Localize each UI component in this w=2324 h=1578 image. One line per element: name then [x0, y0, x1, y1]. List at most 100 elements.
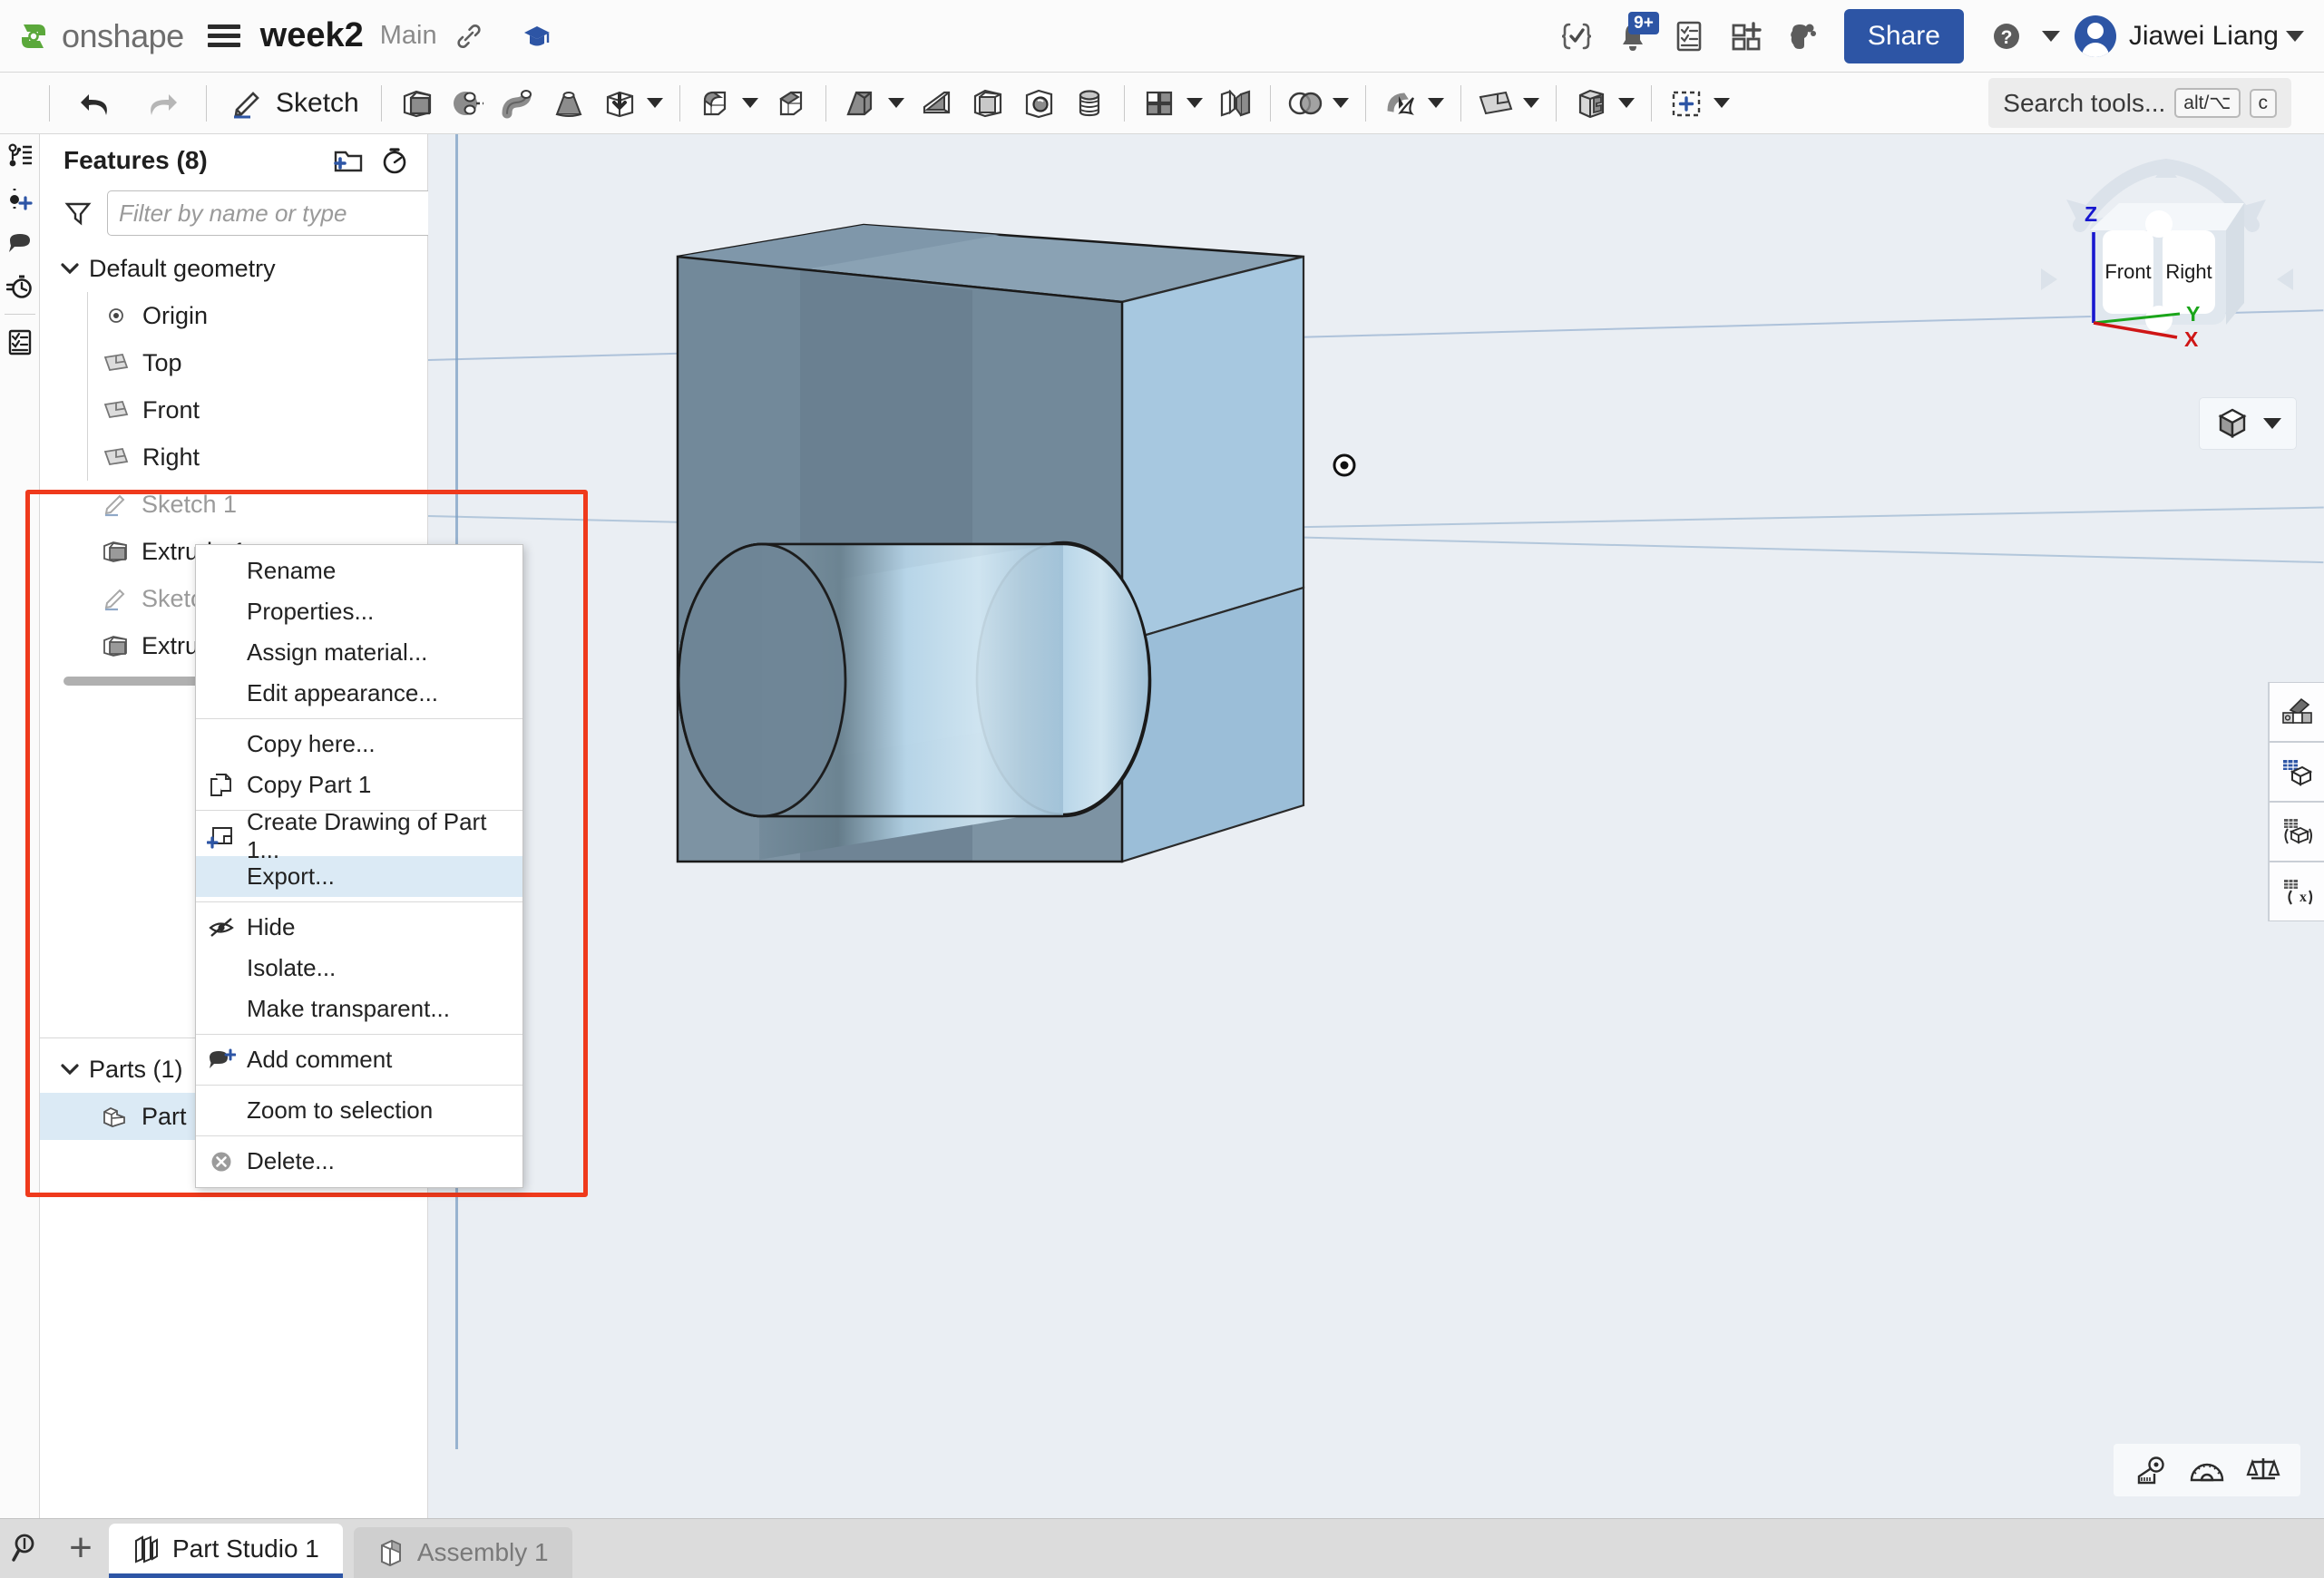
pattern-tool[interactable] [1134, 78, 1185, 129]
context-menu-item-add-comment[interactable]: Add comment [196, 1039, 522, 1080]
draft-tool[interactable] [835, 78, 886, 129]
3d-viewport[interactable]: Front Right Z Y X x [428, 134, 2324, 1518]
link-icon[interactable] [454, 21, 484, 52]
context-menu-item-rename[interactable]: Rename [196, 550, 522, 591]
share-button[interactable]: Share [1843, 8, 1964, 63]
context-menu-item-zoom-to-selection[interactable]: Zoom to selection [196, 1090, 522, 1131]
redo-button[interactable] [137, 78, 188, 129]
variables-panel-icon[interactable]: x [2269, 862, 2324, 921]
transform-tool[interactable] [1375, 78, 1426, 129]
undo-button[interactable] [70, 78, 121, 129]
mass-properties-icon[interactable] [2235, 1449, 2291, 1491]
notifications-bell-icon[interactable]: 9+ [1605, 8, 1661, 64]
display-style-dropdown[interactable] [2199, 397, 2297, 450]
measure-tape-icon[interactable] [2123, 1449, 2179, 1491]
display-style-caret-icon[interactable] [2263, 418, 2281, 429]
add-app-icon[interactable] [1717, 8, 1773, 64]
sidebar-item-add-version[interactable] [0, 178, 40, 221]
learning-center-icon[interactable] [1773, 8, 1830, 64]
thicken-dropdown-chevron-icon[interactable] [646, 98, 663, 108]
tree-item-sketch-1[interactable]: Sketch 1 [40, 481, 427, 528]
graduation-cap-icon[interactable] [521, 22, 553, 51]
hamburger-menu-icon[interactable] [207, 20, 240, 52]
origin-point-marker[interactable] [1333, 453, 1356, 477]
funnel-filter-icon[interactable] [63, 200, 93, 227]
context-menu-item-copy-part[interactable]: Copy Part 1 [196, 765, 522, 805]
tree-item-right-plane[interactable]: Right [88, 433, 427, 481]
document-branch-label[interactable]: Main [380, 21, 437, 51]
user-dropdown-caret-icon[interactable] [2286, 30, 2304, 42]
tab-search-icon[interactable] [0, 1518, 53, 1578]
tree-item-label: Sketch 1 [142, 490, 238, 518]
draft-dropdown-chevron-icon[interactable] [887, 98, 904, 108]
tasks-checklist-icon[interactable] [1661, 8, 1717, 64]
part-context-menu[interactable]: Rename Properties... Assign material... … [195, 544, 523, 1188]
revolve-tool[interactable] [442, 78, 493, 129]
help-icon[interactable]: ? [1978, 8, 2035, 64]
appearance-panel-icon[interactable] [2269, 682, 2324, 742]
avatar[interactable] [2074, 15, 2116, 57]
context-menu-item-hide[interactable]: Hide [196, 907, 522, 948]
chamfer-tool[interactable] [766, 78, 816, 129]
sketch-constraint-tool[interactable] [1661, 78, 1712, 129]
search-tools-button[interactable]: Search tools... alt/⌥ c [1988, 78, 2291, 128]
split-dropdown-chevron-icon[interactable] [1617, 98, 1635, 108]
sketch-constraint-dropdown-chevron-icon[interactable] [1713, 98, 1730, 108]
sidebar-item-versions[interactable] [0, 134, 40, 178]
display-states-panel-icon[interactable] [2269, 742, 2324, 802]
thicken-tool[interactable] [594, 78, 645, 129]
new-folder-icon[interactable] [333, 147, 364, 174]
transform-dropdown-chevron-icon[interactable] [1427, 98, 1444, 108]
shell-tool[interactable] [962, 78, 1013, 129]
mirror-tool[interactable] [1210, 78, 1261, 129]
featurescript-check-icon[interactable] [1548, 8, 1605, 64]
configurations-panel-icon[interactable] [2269, 802, 2324, 862]
toolbar-divider [679, 84, 680, 122]
shortcut-modifier-key: alt/⌥ [2174, 88, 2241, 118]
sidebar-item-tasks[interactable] [0, 320, 40, 364]
tree-group-default-geometry[interactable]: Default geometry [40, 245, 427, 292]
toolbar-divider [1364, 84, 1366, 122]
hole-tool[interactable] [1013, 78, 1064, 129]
plane-dropdown-chevron-icon[interactable] [1522, 98, 1539, 108]
context-menu-item-properties[interactable]: Properties... [196, 591, 522, 632]
search-input[interactable] [107, 190, 438, 236]
boolean-dropdown-chevron-icon[interactable] [1332, 98, 1349, 108]
user-name-label[interactable]: Jiawei Liang [2129, 21, 2279, 52]
help-dropdown-caret-icon[interactable] [2041, 30, 2060, 42]
fillet-tool[interactable] [689, 78, 740, 129]
pattern-dropdown-chevron-icon[interactable] [1186, 98, 1203, 108]
context-menu-item-assign-material[interactable]: Assign material... [196, 632, 522, 673]
sidebar-item-comments[interactable] [0, 221, 40, 265]
rollback-timer-icon[interactable] [380, 146, 409, 175]
context-menu-item-isolate[interactable]: Isolate... [196, 948, 522, 989]
fillet-dropdown-chevron-icon[interactable] [741, 98, 758, 108]
context-menu-item-copy-here[interactable]: Copy here... [196, 724, 522, 765]
context-menu-item-delete[interactable]: Delete... [196, 1141, 522, 1182]
context-menu-item-create-drawing[interactable]: Create Drawing of Part 1... [196, 808, 522, 863]
part-3d-model[interactable] [673, 216, 2070, 1349]
sweep-tool[interactable] [493, 78, 543, 129]
context-menu-item-make-transparent[interactable]: Make transparent... [196, 989, 522, 1029]
add-tab-button[interactable]: + [53, 1518, 109, 1578]
tree-item-front-plane[interactable]: Front [88, 386, 427, 433]
view-cube[interactable]: Front Right Z Y X [2030, 143, 2302, 352]
rib-tool[interactable] [912, 78, 962, 129]
sidebar-item-history[interactable] [0, 265, 40, 308]
loft-tool[interactable] [543, 78, 594, 129]
delete-circle-icon [196, 1148, 247, 1175]
plane-tool[interactable] [1470, 78, 1521, 129]
thread-tool[interactable] [1064, 78, 1115, 129]
context-menu-item-edit-appearance[interactable]: Edit appearance... [196, 673, 522, 714]
boolean-tool[interactable] [1280, 78, 1331, 129]
tree-item-origin[interactable]: Origin [88, 292, 427, 339]
protractor-angle-icon[interactable] [2179, 1449, 2235, 1491]
tab-assembly-1[interactable]: Assembly 1 [353, 1527, 572, 1578]
split-tool[interactable] [1566, 78, 1616, 129]
tree-item-top-plane[interactable]: Top [88, 339, 427, 386]
document-title[interactable]: week2 [260, 16, 364, 55]
sketch-button[interactable]: Sketch [216, 78, 372, 129]
tab-part-studio-1[interactable]: Part Studio 1 [109, 1524, 343, 1578]
onshape-logo[interactable]: onshape [16, 17, 184, 55]
extrude-tool[interactable] [391, 78, 442, 129]
